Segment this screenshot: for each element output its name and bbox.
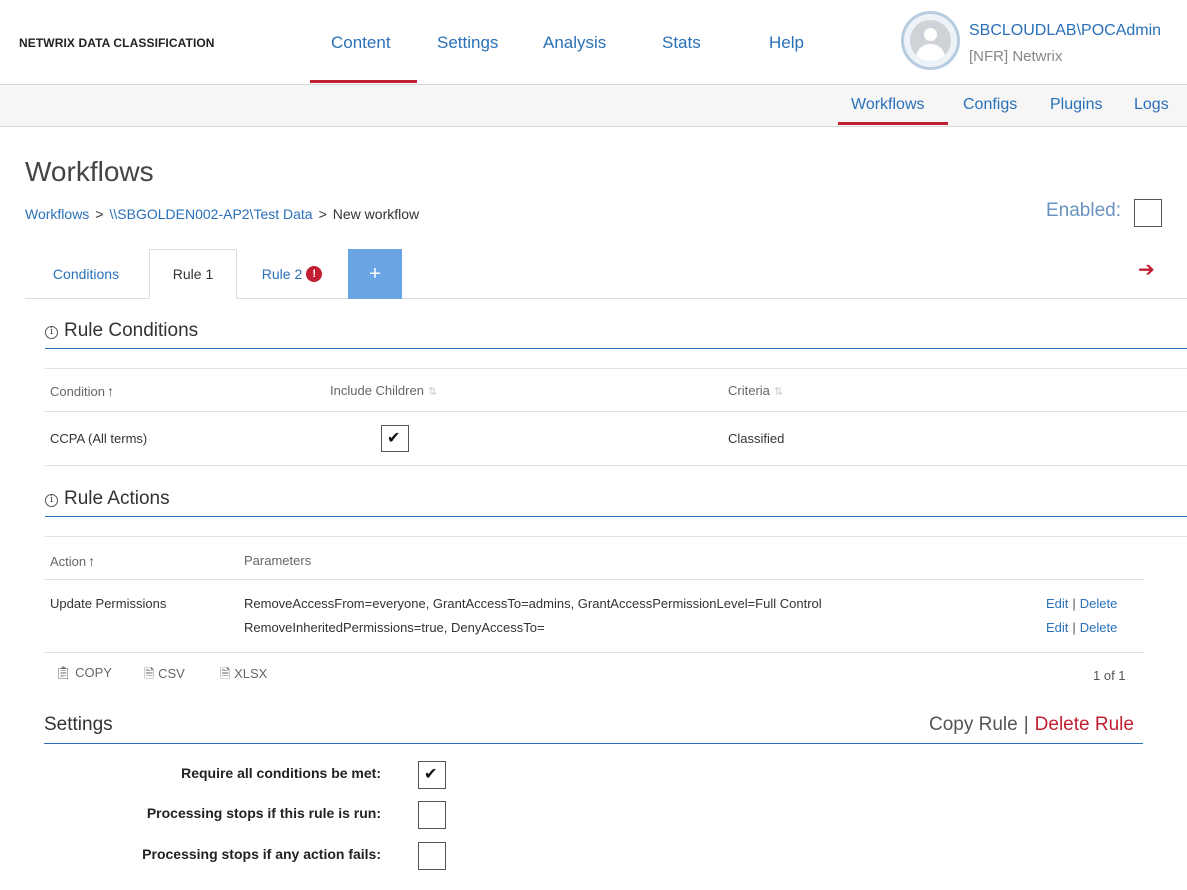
subnav-configs[interactable]: Configs	[963, 96, 1017, 114]
col-action[interactable]: Action ↑	[50, 553, 95, 569]
enabled-label: Enabled:	[1046, 200, 1122, 221]
stop-on-run-checkbox[interactable]	[418, 801, 446, 829]
rule-actions-divider	[45, 516, 1187, 517]
edit-link[interactable]: Edit	[1046, 620, 1068, 635]
criteria-cell: Classified	[728, 431, 785, 446]
delete-link[interactable]: Delete	[1080, 596, 1118, 611]
add-rule-button[interactable]: +	[348, 249, 402, 299]
rule-actions-title: i Rule Actions	[45, 488, 170, 510]
condition-cell: CCPA (All terms)	[50, 431, 148, 446]
subnav-active-indicator	[838, 122, 948, 125]
nav-help[interactable]: Help	[769, 33, 804, 53]
tab-conditions[interactable]: Conditions	[25, 249, 147, 299]
xlsx-file-icon: 🗎	[220, 666, 235, 681]
stop-on-fail-label: Processing stops if any action fails:	[142, 846, 381, 862]
subnav-workflows[interactable]: Workflows	[851, 96, 925, 114]
stop-on-fail-checkbox[interactable]	[418, 842, 446, 870]
nav-active-indicator	[310, 80, 417, 83]
rule-actions-links: Copy Rule | Delete Rule	[929, 714, 1134, 735]
xlsx-button[interactable]: 🗎 XLSX	[220, 665, 267, 687]
breadcrumb: Workflows > \\SBGOLDEN002-AP2\Test Data > Ne…	[25, 206, 420, 222]
edit-link[interactable]: Edit	[1046, 596, 1068, 611]
enabled-checkbox[interactable]	[1134, 199, 1162, 227]
action-cell: Update Permissions	[50, 596, 167, 611]
tab-rule-2[interactable]: Rule 2!	[238, 249, 346, 299]
sort-icon: ⇅	[427, 386, 438, 398]
arrow-up-icon: ↑	[106, 383, 114, 399]
stop-on-run-label: Processing stops if this rule is run:	[146, 805, 381, 821]
nav-content[interactable]: Content	[331, 33, 391, 53]
info-icon[interactable]: i	[45, 326, 58, 339]
sub-nav: Workflows Configs Plugins Logs	[0, 85, 1187, 127]
row-actions-2: Edit | Delete	[1046, 620, 1118, 635]
settings-divider	[44, 743, 1143, 744]
delete-link[interactable]: Delete	[1080, 620, 1118, 635]
settings-title: Settings	[44, 714, 113, 735]
row-actions-1: Edit | Delete	[1046, 596, 1118, 611]
col-criteria[interactable]: Criteria ⇅	[728, 383, 783, 398]
user-avatar-icon[interactable]	[901, 11, 960, 70]
col-parameters: Parameters	[244, 553, 312, 568]
breadcrumb-folder[interactable]: \\SBGOLDEN002-AP2\Test Data	[110, 206, 313, 222]
tab-rule-1[interactable]: Rule 1	[149, 249, 237, 299]
subnav-logs[interactable]: Logs	[1134, 96, 1169, 114]
include-children-checkbox[interactable]	[381, 425, 409, 452]
top-header: NETWRIX DATA CLASSIFICATION Content Sett…	[0, 0, 1187, 85]
parameter-line-2: RemoveInheritedPermissions=true, DenyAcc…	[244, 620, 545, 635]
arrow-up-icon: ↑	[88, 553, 96, 569]
info-icon[interactable]: i	[45, 494, 58, 507]
nav-stats[interactable]: Stats	[662, 33, 701, 53]
app-brand: NETWRIX DATA CLASSIFICATION	[19, 36, 215, 50]
csv-button[interactable]: 🗎 CSV	[144, 665, 185, 687]
arrow-right-icon[interactable]: ➔	[1138, 257, 1155, 282]
csv-file-icon: 🗎	[144, 666, 159, 681]
copy-button[interactable]: 📋︎ COPY	[55, 665, 112, 681]
require-all-label: Require all conditions be met:	[181, 765, 381, 781]
page-title: Workflows	[25, 156, 154, 187]
user-org: [NFR] Netwrix	[969, 48, 1063, 65]
parameter-line-1: RemoveAccessFrom=everyone, GrantAccessTo…	[244, 596, 822, 611]
pager: 1 of 1	[1093, 668, 1126, 683]
col-include-children[interactable]: Include Children ⇅	[330, 383, 437, 398]
rule-conditions-divider	[45, 348, 1187, 349]
breadcrumb-workflows[interactable]: Workflows	[25, 206, 89, 222]
user-name[interactable]: SBCLOUDLAB\POCAdmin	[969, 22, 1161, 40]
rule-conditions-title: i Rule Conditions	[45, 320, 198, 342]
error-badge-icon: !	[306, 266, 323, 282]
clipboard-icon: 📋︎	[55, 665, 76, 680]
breadcrumb-current: New workflow	[332, 206, 420, 222]
nav-analysis[interactable]: Analysis	[543, 33, 606, 53]
subnav-plugins[interactable]: Plugins	[1050, 96, 1102, 114]
nav-settings[interactable]: Settings	[437, 33, 498, 53]
col-condition[interactable]: Condition ↑	[50, 383, 114, 399]
require-all-checkbox[interactable]	[418, 761, 446, 789]
copy-rule-button[interactable]: Copy Rule	[929, 714, 1018, 735]
delete-rule-button[interactable]: Delete Rule	[1035, 714, 1134, 735]
sort-icon: ⇅	[773, 386, 784, 398]
